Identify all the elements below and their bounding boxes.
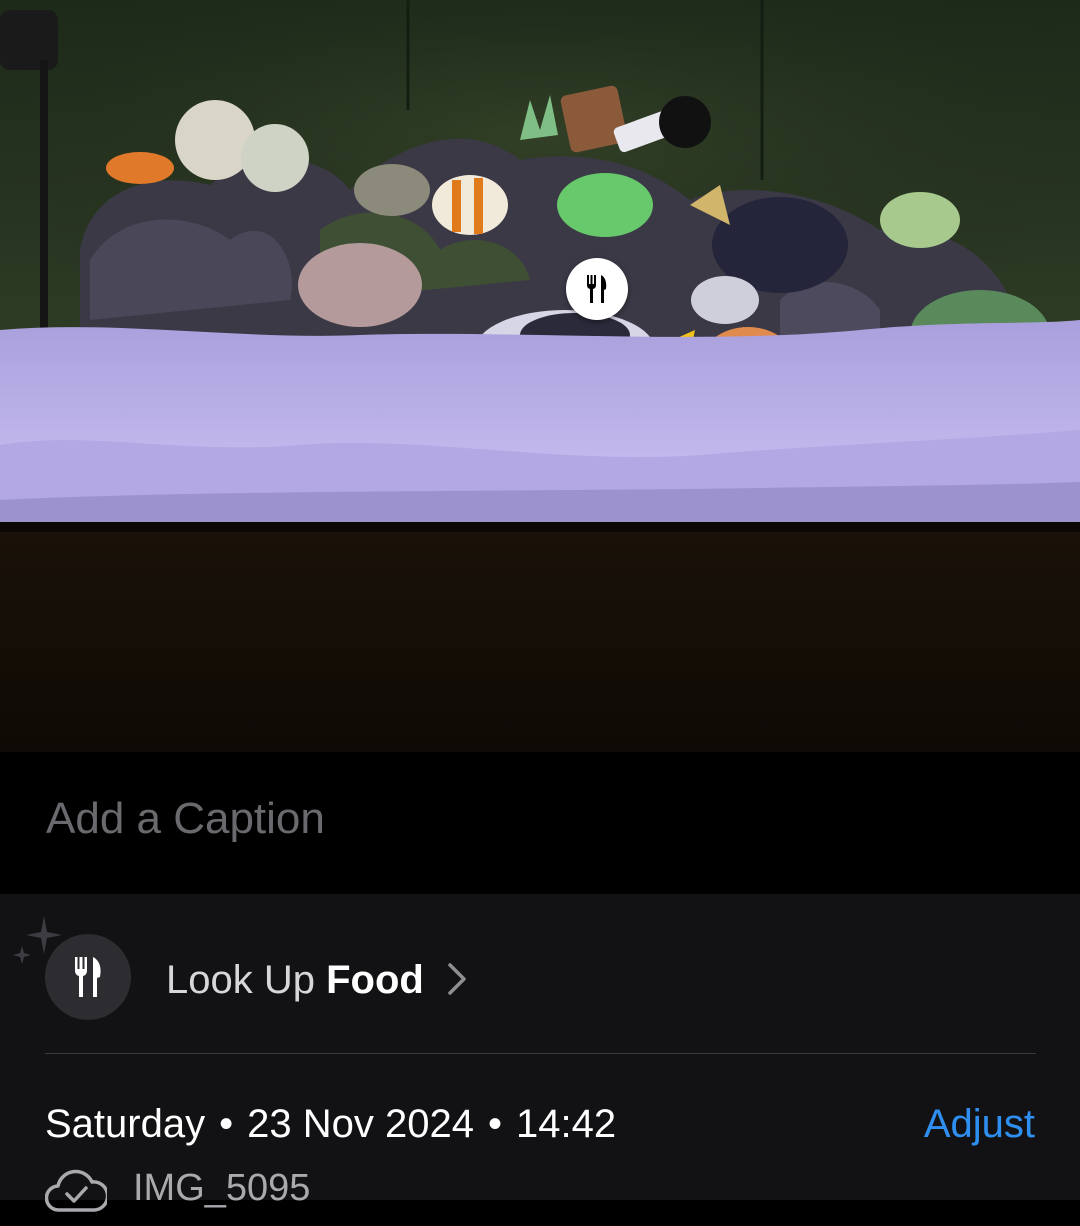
aquarium-photo[interactable] (0, 0, 1080, 752)
divider (45, 1053, 1036, 1054)
visual-lookup-badge[interactable] (566, 258, 628, 320)
day-label: Saturday (45, 1102, 206, 1146)
time-label: 14:42 (515, 1102, 617, 1146)
separator: • (487, 1102, 502, 1146)
icloud-check-icon (45, 1169, 107, 1212)
food-category-icon (45, 934, 131, 1020)
separator: • (219, 1102, 234, 1146)
fork-knife-icon (74, 957, 101, 997)
date-label: 23 Nov 2024 (247, 1102, 474, 1146)
look-up-label: Look Up Food (166, 958, 424, 1002)
adjust-button[interactable]: Adjust (924, 1102, 1035, 1146)
file-name: IMG_5095 (133, 1167, 311, 1209)
look-up-food-row[interactable]: Look Up Food (0, 916, 1080, 1028)
look-up-prefix: Look Up (166, 958, 315, 1002)
caption-input[interactable] (46, 794, 1026, 844)
look-up-subject: Food (326, 958, 424, 1002)
fork-knife-icon (586, 275, 607, 303)
chevron-right-icon (448, 963, 466, 995)
date-time-line: Saturday • 23 Nov 2024 • 14:42 (45, 1102, 616, 1146)
